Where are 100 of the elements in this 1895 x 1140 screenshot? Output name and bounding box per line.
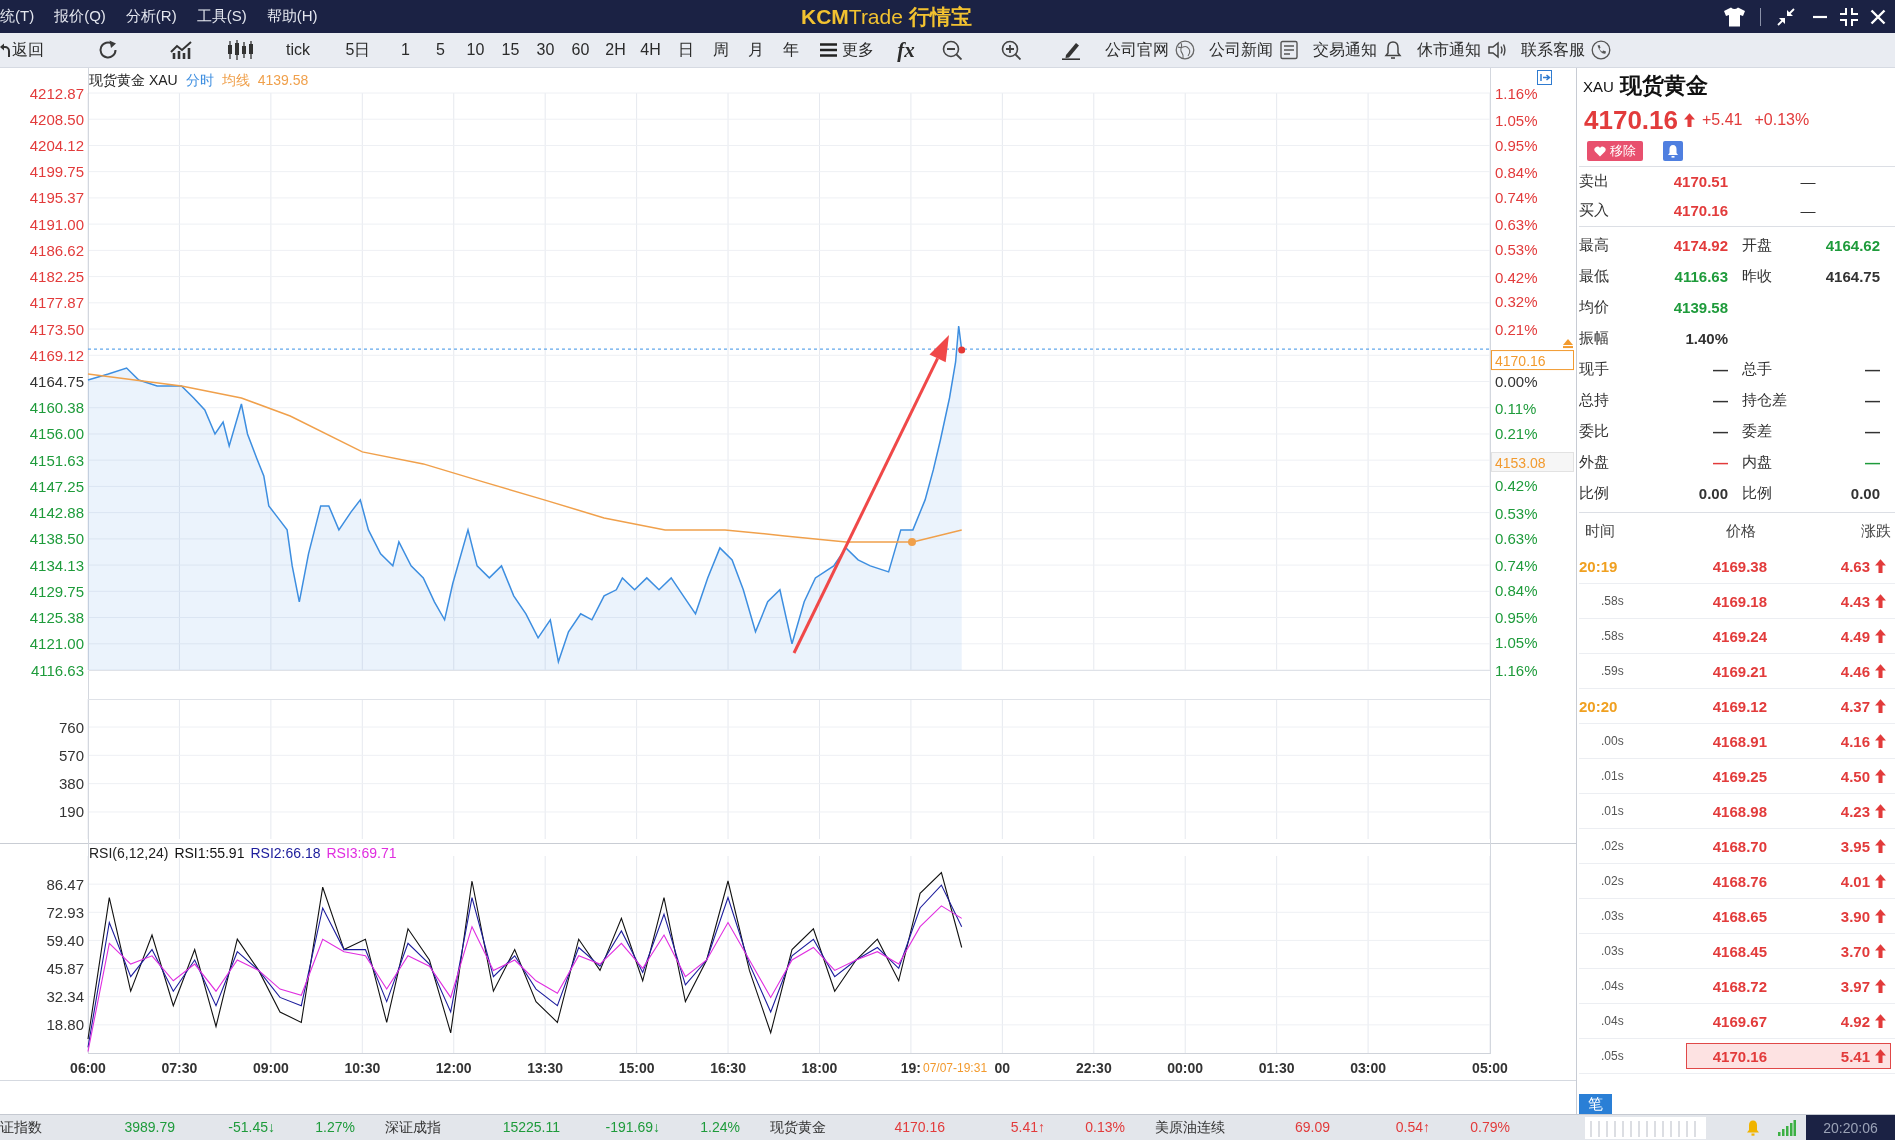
tick-row[interactable]: 20:20 4169.12 4.37: [1579, 689, 1895, 724]
tick-row[interactable]: .00s 4168.91 4.16: [1579, 724, 1895, 759]
legend-label: 分时: [185, 71, 214, 89]
tick-price: 4169.18: [1711, 592, 1767, 610]
time-axis-label: 06:00: [70, 1060, 106, 1076]
tick-row[interactable]: .03s 4168.45 3.70: [1579, 934, 1895, 969]
link-button[interactable]: 联系客服: [1521, 36, 1611, 64]
time-axis-label: 07:30: [161, 1060, 198, 1076]
link-button[interactable]: 交易通知: [1313, 36, 1403, 64]
tab[interactable]: 笔: [1579, 1094, 1612, 1114]
column-header: 涨跌: [1860, 521, 1891, 541]
bell-icon[interactable]: [1663, 141, 1683, 161]
period-button[interactable]: 5: [423, 36, 458, 64]
tick-row[interactable]: .04s 4169.67 4.92: [1579, 1004, 1895, 1039]
period-button[interactable]: 月: [738, 36, 773, 64]
volume-axis-label: 190: [58, 803, 84, 821]
tick-price: 4169.67: [1711, 1012, 1767, 1030]
percent-axis-label: 0.00%: [1495, 373, 1538, 390]
tick-price: 4168.65: [1711, 907, 1767, 925]
collapse-icon[interactable]: [1777, 7, 1795, 26]
rsi-axis-label: 59.40: [46, 931, 84, 949]
tick-price: 4168.98: [1711, 802, 1767, 820]
tick-row[interactable]: .03s 4168.65 3.90: [1579, 899, 1895, 934]
ticker-price: 15225.11: [501, 1118, 560, 1137]
zoom-in-icon[interactable]: [1001, 40, 1021, 60]
tick-time: .00s: [1600, 734, 1625, 748]
period-button[interactable]: 10: [458, 36, 493, 64]
refresh-icon[interactable]: [98, 40, 119, 60]
period-button[interactable]: 5日: [328, 36, 388, 64]
tick-row[interactable]: .58s 4169.18 4.43: [1579, 584, 1895, 619]
candlestick-icon[interactable]: [227, 40, 253, 60]
back-button[interactable]: 返回: [0, 36, 45, 64]
tick-row[interactable]: .04s 4168.72 3.97: [1579, 969, 1895, 1004]
percent-axis-label: 1.05%: [1495, 634, 1538, 652]
pen-icon[interactable]: [1061, 40, 1081, 60]
tick-price: 4168.70: [1711, 837, 1767, 855]
period-button[interactable]: 30: [528, 36, 563, 64]
tick-price: 4169.24: [1711, 627, 1767, 645]
tick-row[interactable]: .02s 4168.70 3.95: [1579, 829, 1895, 864]
remove-button[interactable]: 移除: [1587, 141, 1643, 161]
ticker-percent: 1.24%: [699, 1118, 740, 1137]
tick-row[interactable]: .59s 4169.21 4.46: [1579, 654, 1895, 689]
price-axis-label: 4121.00: [29, 635, 84, 653]
period-button[interactable]: 2H: [598, 36, 633, 64]
tick-row[interactable]: .01s 4168.98 4.23: [1579, 794, 1895, 829]
document-icon: [1279, 40, 1299, 60]
period-button[interactable]: 4H: [633, 36, 668, 64]
tick-change: 4.43: [1839, 592, 1870, 610]
menu-item[interactable]: 统(T): [0, 7, 35, 26]
period-button[interactable]: 15: [493, 36, 528, 64]
shirt-icon[interactable]: [1723, 6, 1746, 27]
panel-toggle-icon[interactable]: [1537, 70, 1552, 85]
indicator-reading: RSI2:66.18: [250, 844, 321, 862]
link-button[interactable]: 公司官网: [1105, 36, 1195, 64]
zoom-out-icon[interactable]: [942, 40, 962, 60]
tick-row[interactable]: .02s 4168.76 4.01: [1579, 864, 1895, 899]
stat-label: 比例: [1741, 484, 1773, 503]
ticker-price: 3989.79: [123, 1118, 175, 1137]
book-volume: —: [1799, 202, 1817, 219]
tick-time: .03s: [1600, 909, 1625, 923]
stat-value: 4164.75: [1824, 268, 1881, 285]
time-axis-label: 03:00: [1350, 1060, 1386, 1076]
ticker-name: 美原油连续: [1155, 1118, 1226, 1137]
stat-value: —: [1864, 423, 1881, 440]
link-button[interactable]: 休市通知: [1417, 36, 1507, 64]
stat-label: 比例: [1579, 484, 1610, 503]
shrink-icon[interactable]: [1840, 7, 1858, 26]
tick-row[interactable]: .01s 4169.25 4.50: [1579, 759, 1895, 794]
more-button[interactable]: 更多: [816, 36, 878, 64]
stat-label: 持仓差: [1741, 391, 1788, 410]
tick-row[interactable]: 20:19 4169.38 4.63: [1579, 549, 1895, 584]
time-axis-label: 09:00: [252, 1060, 289, 1076]
time-tag: 07/07-19:31: [922, 1058, 994, 1077]
period-button[interactable]: 60: [563, 36, 598, 64]
line-chart-icon[interactable]: [170, 41, 193, 59]
period-button[interactable]: 日: [668, 36, 703, 64]
percent-axis-label: 0.74%: [1495, 188, 1538, 206]
menu-item[interactable]: 分析(R): [125, 7, 177, 26]
stat-value: —: [1712, 361, 1729, 378]
tick-time: .01s: [1600, 769, 1625, 783]
period-button[interactable]: 年: [773, 36, 808, 64]
formula-button[interactable]: fx: [894, 36, 918, 64]
percent-axis-label: 0.63%: [1495, 529, 1538, 547]
period-button[interactable]: 周: [703, 36, 738, 64]
stat-value: 0.00: [1697, 485, 1729, 502]
tick-change: 4.92: [1839, 1012, 1870, 1030]
menu-item[interactable]: 帮助(H): [266, 7, 318, 26]
tick-row[interactable]: .58s 4169.24 4.49: [1579, 619, 1895, 654]
menu-item[interactable]: 报价(Q): [54, 7, 106, 26]
tick-change: 4.50: [1839, 767, 1870, 785]
stat-label: 现手: [1579, 360, 1610, 379]
tick-row[interactable]: .05s 4170.16 5.41: [1579, 1039, 1895, 1074]
close-icon[interactable]: [1870, 8, 1886, 25]
ticker-change: 0.54↑: [1394, 1118, 1430, 1137]
period-button[interactable]: tick: [268, 36, 328, 64]
stat-value: —: [1712, 423, 1729, 440]
period-button[interactable]: 1: [388, 36, 423, 64]
tick-time: 20:20: [1579, 697, 1619, 715]
menu-item[interactable]: 工具(S): [196, 7, 247, 26]
link-button[interactable]: 公司新闻: [1209, 36, 1299, 64]
